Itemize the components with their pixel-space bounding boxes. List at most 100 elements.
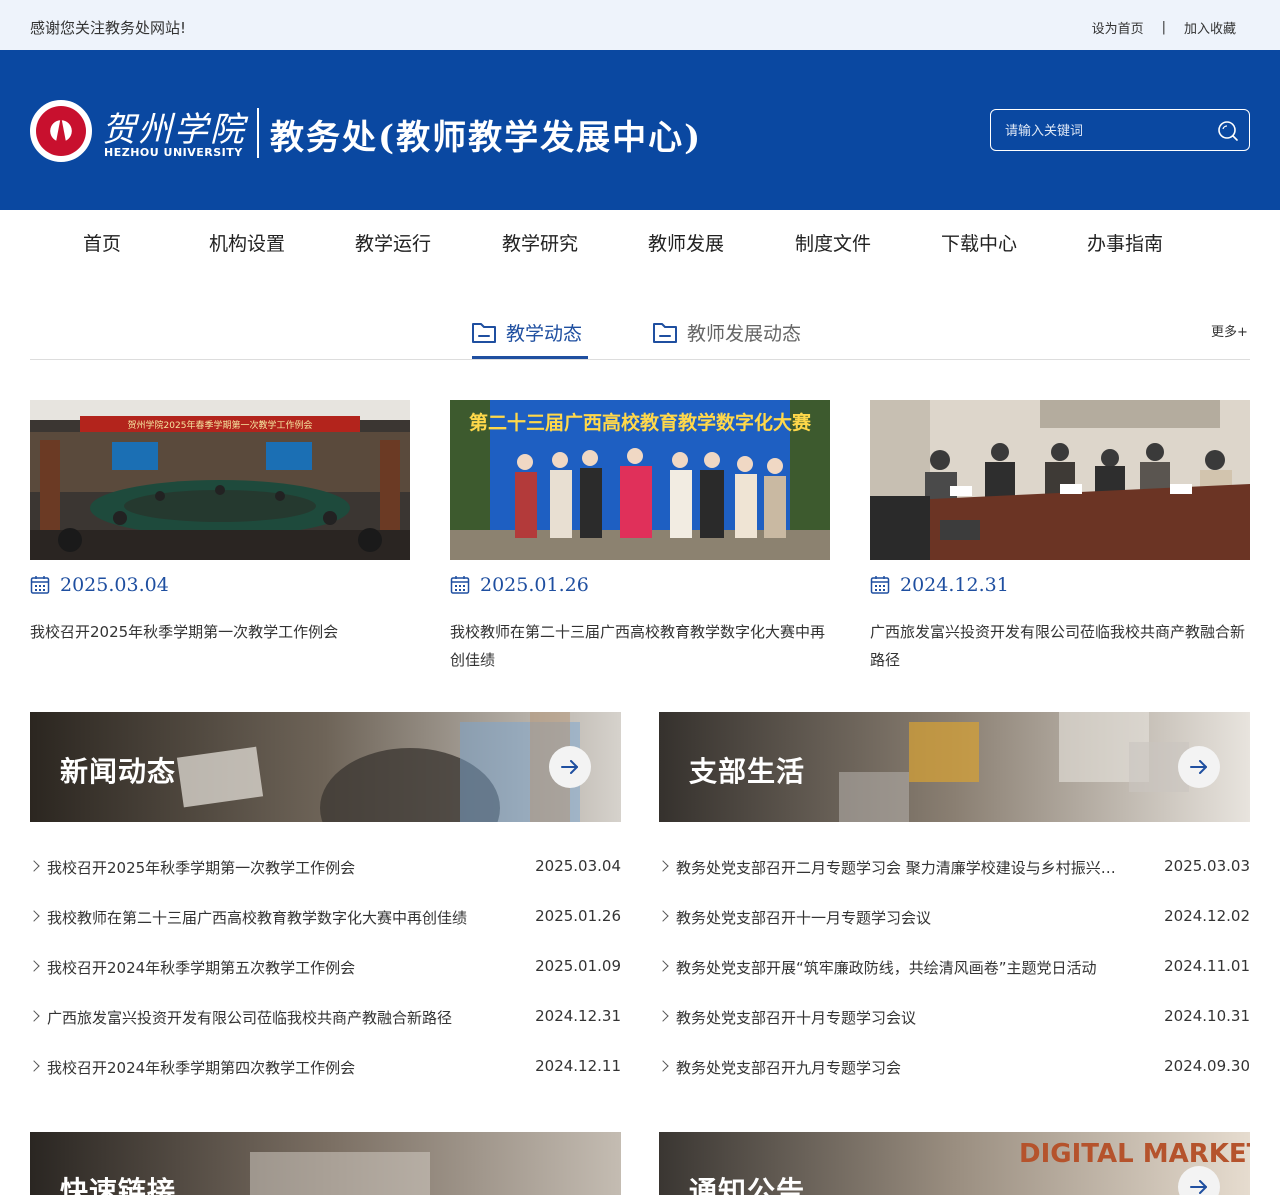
search-icon[interactable]: [1217, 120, 1239, 142]
party-section-banner: 支部生活: [659, 712, 1250, 822]
chevron-right-icon: [28, 910, 40, 922]
list-item[interactable]: 教务处党支部召开十一月专题学习会议 2024.12.02: [657, 906, 1250, 930]
chevron-right-icon: [657, 960, 669, 972]
calendar-icon: [30, 576, 50, 594]
list-item[interactable]: 教务处党支部召开二月专题学习会 聚力清廉学校建设与乡村振兴… 2025.03.0…: [657, 856, 1250, 880]
add-favorite-link[interactable]: 加入收藏: [1184, 18, 1236, 37]
nav-item-downloads[interactable]: 下载中心: [941, 229, 1017, 256]
nav-item-home[interactable]: 首页: [83, 229, 121, 256]
folder-icon: [472, 323, 496, 343]
nav-item-teaching-operation[interactable]: 教学运行: [355, 229, 431, 256]
main-nav: 首页 机构设置 教学运行 教学研究 教师发展 制度文件 下载中心 办事指南: [0, 210, 1280, 272]
department-title: 教务处(教师教学发展中心): [270, 118, 703, 158]
list-item-text[interactable]: 教务处党支部召开二月专题学习会 聚力清廉学校建设与乡村振兴…: [676, 857, 1146, 878]
list-item-text[interactable]: 教务处党支部开展“筑牢廉政防线，共绘清风画卷”主题党日活动: [676, 957, 1146, 978]
list-item-date: 2024.12.11: [535, 1057, 621, 1075]
list-item-date: 2025.03.03: [1164, 857, 1250, 875]
site-header: 贺州学院 HEZHOU UNIVERSITY 教务处(教师教学发展中心): [0, 50, 1280, 210]
list-item[interactable]: 我校召开2024年秋季学期第四次教学工作例会 2024.12.11: [28, 1056, 621, 1080]
list-item-text[interactable]: 我校召开2024年秋季学期第四次教学工作例会: [47, 1057, 517, 1078]
tab-label: 教师发展动态: [687, 322, 802, 345]
competition-banner-text: 第二十三届广西高校教育教学数字化大赛: [469, 411, 812, 434]
calendar-icon: [870, 576, 890, 594]
chevron-right-icon: [657, 910, 669, 922]
set-home-link[interactable]: 设为首页: [1092, 18, 1144, 37]
list-item-text[interactable]: 广西旅发富兴投资开发有限公司莅临我校共商产教融合新路径: [47, 1007, 517, 1028]
search-box: [990, 109, 1250, 151]
list-item-text[interactable]: 我校教师在第二十三届广西高校教育教学数字化大赛中再创佳绩: [47, 907, 517, 928]
chevron-right-icon: [657, 860, 669, 872]
school-name-cn: 贺州学院: [102, 110, 246, 150]
list-item[interactable]: 教务处党支部召开十月专题学习会议 2024.10.31: [657, 1006, 1250, 1030]
tab-teaching-news[interactable]: 教学动态: [470, 318, 582, 346]
tabs-divider: [30, 359, 1250, 360]
calendar-icon: [450, 576, 470, 594]
nav-item-guide[interactable]: 办事指南: [1087, 229, 1163, 256]
news-photo-visit[interactable]: [870, 400, 1250, 560]
header-divider: [257, 108, 259, 158]
party-section-title: 支部生活: [689, 755, 806, 788]
more-link[interactable]: 更多+: [1211, 321, 1248, 340]
school-name-en: HEZHOU UNIVERSITY: [104, 146, 243, 159]
chevron-right-icon: [28, 860, 40, 872]
list-item[interactable]: 我校教师在第二十三届广西高校教育教学数字化大赛中再创佳绩 2025.01.26: [28, 906, 621, 930]
card-date-text: 2024.12.31: [900, 574, 1009, 596]
news-card[interactable]: 2024.12.31 广西旅发富兴投资开发有限公司莅临我校共商产教融合新路径: [870, 400, 1250, 669]
list-item-date: 2024.11.01: [1164, 957, 1250, 975]
nav-item-teacher-development[interactable]: 教师发展: [648, 229, 724, 256]
list-item[interactable]: 广西旅发富兴投资开发有限公司莅临我校共商产教融合新路径 2024.12.31: [28, 1006, 621, 1030]
list-item-date: 2025.01.09: [535, 957, 621, 975]
list-item-date: 2025.01.26: [535, 907, 621, 925]
list-item-text[interactable]: 教务处党支部召开十月专题学习会议: [676, 1007, 1146, 1028]
search-input[interactable]: [1005, 120, 1205, 142]
list-item[interactable]: 教务处党支部开展“筑牢廉政防线，共绘清风画卷”主题党日活动 2024.11.01: [657, 956, 1250, 980]
news-section-banner: 新闻动态: [30, 712, 621, 822]
news-section-title: 新闻动态: [60, 755, 177, 788]
list-item-text[interactable]: 教务处党支部召开九月专题学习会: [676, 1057, 1146, 1078]
chevron-right-icon: [28, 960, 40, 972]
card-date-text: 2025.03.04: [60, 574, 169, 596]
chevron-right-icon: [28, 1010, 40, 1022]
list-item-text[interactable]: 教务处党支部召开十一月专题学习会议: [676, 907, 1146, 928]
top-links: 设为首页 | 加入收藏: [1092, 18, 1236, 37]
card-date: 2025.01.26: [450, 574, 589, 596]
card-date: 2025.03.04: [30, 574, 169, 596]
welcome-text: 感谢您关注教务处网站!: [30, 19, 187, 37]
notices-banner: DIGITAL MARKETING 通知公告: [659, 1132, 1250, 1195]
notices-bg-text: DIGITAL MARKETING: [1019, 1139, 1250, 1169]
folder-icon: [653, 323, 677, 343]
news-card[interactable]: 第二十三届广西高校教育教学数字化大赛 2025.01.26 我校教师在第二十三届…: [450, 400, 830, 669]
card-title[interactable]: 广西旅发富兴投资开发有限公司莅临我校共商产教融合新路径: [870, 618, 1256, 674]
list-item-text[interactable]: 我校召开2024年秋季学期第五次教学工作例会: [47, 957, 517, 978]
list-item-text[interactable]: 我校召开2025年秋季学期第一次教学工作例会: [47, 857, 517, 878]
news-more-button[interactable]: [549, 746, 591, 788]
news-photo-meeting[interactable]: 贺州学院2025年春季学期第一次教学工作例会: [30, 400, 410, 560]
nav-item-teaching-research[interactable]: 教学研究: [502, 229, 578, 256]
chevron-right-icon: [28, 1060, 40, 1072]
quick-links-title: 快速链接: [60, 1175, 177, 1195]
news-card[interactable]: 贺州学院2025年春季学期第一次教学工作例会 2025.03.04 我校召开20…: [30, 400, 410, 641]
arrow-right-icon: [561, 760, 578, 774]
list-item-date: 2024.10.31: [1164, 1007, 1250, 1025]
list-item-date: 2025.03.04: [535, 857, 621, 875]
party-more-button[interactable]: [1178, 746, 1220, 788]
quick-links-banner: 快速链接: [30, 1132, 621, 1195]
news-photo-award[interactable]: 第二十三届广西高校教育教学数字化大赛: [450, 400, 830, 560]
card-title[interactable]: 我校召开2025年秋季学期第一次教学工作例会: [30, 618, 416, 646]
list-item[interactable]: 我校召开2024年秋季学期第五次教学工作例会 2025.01.09: [28, 956, 621, 980]
notices-title: 通知公告: [689, 1175, 806, 1195]
list-item-date: 2024.09.30: [1164, 1057, 1250, 1075]
tab-teacher-dev-news[interactable]: 教师发展动态: [651, 318, 801, 346]
list-item-date: 2024.12.31: [535, 1007, 621, 1025]
list-item[interactable]: 我校召开2025年秋季学期第一次教学工作例会 2025.03.04: [28, 856, 621, 880]
chevron-right-icon: [657, 1060, 669, 1072]
list-item[interactable]: 教务处党支部召开九月专题学习会 2024.09.30: [657, 1056, 1250, 1080]
nav-item-organization[interactable]: 机构设置: [209, 229, 285, 256]
school-seal-logo[interactable]: [30, 100, 92, 162]
top-bar: 感谢您关注教务处网站! 设为首页 | 加入收藏: [0, 0, 1280, 50]
list-item-date: 2024.12.02: [1164, 907, 1250, 925]
chevron-right-icon: [657, 1010, 669, 1022]
card-title[interactable]: 我校教师在第二十三届广西高校教育教学数字化大赛中再创佳绩: [450, 618, 836, 674]
tab-label: 教学动态: [506, 322, 583, 345]
nav-item-regulations[interactable]: 制度文件: [795, 229, 871, 256]
